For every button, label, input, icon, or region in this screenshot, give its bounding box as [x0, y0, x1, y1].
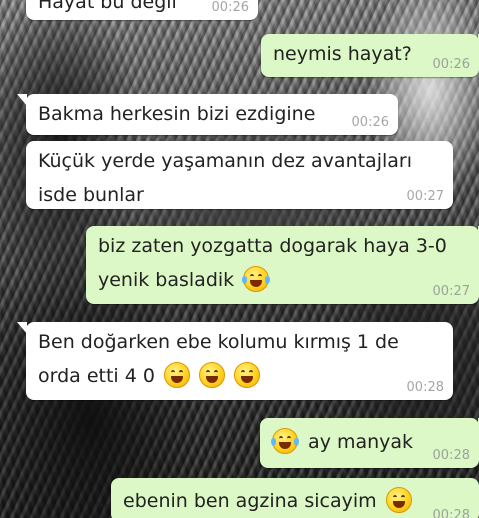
incoming-message[interactable]: Ben doğarken ebe kolumu kırmış 1 de orda… [17, 322, 453, 400]
message-text: Hayat bu değil [38, 0, 177, 13]
grinning-face-icon [199, 362, 226, 388]
message-text-line2: orda etti 4 0 [38, 365, 155, 387]
outgoing-message[interactable]: neymis hayat? 00:26 [261, 34, 479, 77]
message-text-line2: yenik basladik [98, 269, 235, 291]
message-time: 00:26 [351, 115, 389, 130]
incoming-message[interactable]: Küçük yerde yaşamanın dez avantajları is… [26, 141, 453, 209]
message-text: Ben doğarken ebe kolumu kırmış 1 de [38, 331, 399, 353]
face-with-tears-of-joy-icon [242, 266, 271, 292]
outgoing-message[interactable]: ay manyak 00:28 [260, 418, 479, 468]
message-time: 00:27 [406, 189, 444, 204]
face-with-tears-of-joy-icon [271, 428, 299, 454]
message-time: 00:26 [432, 57, 470, 72]
message-time: 00:26 [211, 0, 249, 15]
grinning-face-icon [164, 362, 191, 388]
message-text: Küçük yerde yaşamanın dez avantajları [38, 150, 412, 172]
incoming-message[interactable]: Bakma herkesin bizi ezdigine 00:26 [17, 94, 398, 135]
outgoing-message[interactable]: ebenin ben agzina sicayim 00:28 [111, 478, 479, 518]
message-text: neymis hayat? [273, 43, 412, 65]
message-text: ay manyak [308, 431, 414, 453]
message-text: biz zaten yozgatta dogarak haya 3-0 [98, 235, 447, 257]
incoming-message[interactable]: Hayat bu değil 00:26 [26, 0, 258, 20]
message-text: ebenin ben agzina sicayim [123, 490, 377, 512]
grinning-face-icon [234, 362, 261, 388]
message-text-line2: isde bunlar [38, 184, 144, 206]
message-text: Bakma herkesin bizi ezdigine [38, 103, 316, 125]
outgoing-message[interactable]: biz zaten yozgatta dogarak haya 3-0 yeni… [86, 226, 479, 304]
message-time: 00:28 [406, 380, 444, 395]
message-time: 00:28 [432, 508, 470, 518]
grinning-face-icon [385, 487, 412, 513]
message-time: 00:28 [432, 448, 470, 463]
message-time: 00:27 [432, 284, 470, 299]
